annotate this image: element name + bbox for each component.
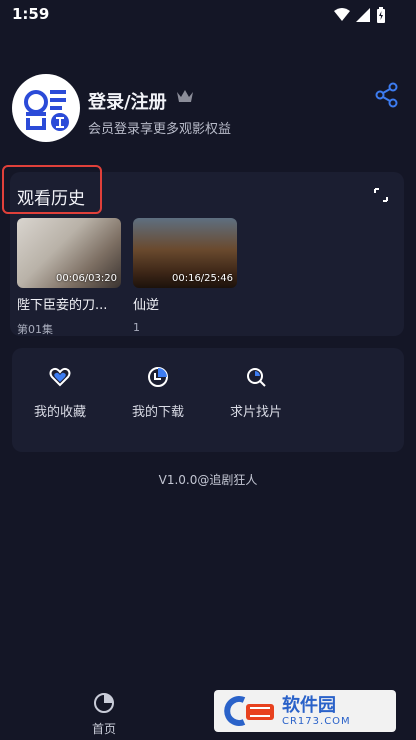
- history-duration: 00:06/03:20: [55, 273, 117, 284]
- heart-icon: [49, 367, 71, 387]
- search-icon: [247, 368, 266, 387]
- history-thumbnail[interactable]: 00:06/03:20: [17, 218, 121, 288]
- history-title: 观看历史: [17, 189, 85, 209]
- wifi-icon: [334, 8, 350, 21]
- signal-icon: [356, 8, 370, 22]
- downloads-label: 我的下载: [131, 405, 184, 420]
- watermark-text: 软件园 CR173.COM: [282, 694, 351, 727]
- expand-icon[interactable]: [372, 186, 390, 204]
- nav-home-label: 首页: [91, 722, 116, 736]
- app-logo-icon: [24, 90, 69, 131]
- status-bar: 1:59: [0, 0, 416, 30]
- favorites-button[interactable]: 我的收藏: [20, 366, 100, 420]
- history-item[interactable]: 00:16/25:46 仙逆 1: [133, 218, 237, 334]
- request-movie-button[interactable]: 求片找片: [216, 366, 296, 420]
- history-item-episode: 1: [133, 321, 140, 334]
- history-thumbnail[interactable]: 00:16/25:46: [133, 218, 237, 288]
- share-icon[interactable]: [374, 82, 400, 108]
- home-icon: [94, 693, 114, 713]
- battery-icon: [377, 7, 385, 23]
- nav-home[interactable]: 首页: [84, 692, 124, 737]
- quick-actions-card: 我的收藏 我的下载 求片找片: [12, 348, 404, 452]
- status-time: 1:59: [12, 5, 50, 23]
- history-item-episode: 第01集: [17, 323, 53, 336]
- watermark-url: CR173.COM: [282, 715, 351, 727]
- profile-header: 登录/注册 会员登录享更多观影权益: [12, 74, 404, 144]
- avatar[interactable]: [12, 74, 80, 142]
- download-icon: [148, 367, 168, 387]
- status-icons: [334, 7, 386, 23]
- history-item-title: 陛下臣妾的刀...: [17, 298, 108, 313]
- history-duration: 00:16/25:46: [171, 273, 233, 284]
- favorites-label: 我的收藏: [33, 405, 86, 420]
- request-movie-label: 求片找片: [229, 405, 282, 420]
- app-version: V1.0.0@追剧狂人: [158, 473, 258, 487]
- crown-icon: [177, 90, 193, 102]
- history-item-title: 仙逆: [133, 298, 160, 313]
- downloads-button[interactable]: 我的下载: [118, 366, 198, 420]
- watermark-name: 软件园: [282, 694, 336, 716]
- login-register-link[interactable]: 登录/注册: [88, 88, 167, 114]
- history-item[interactable]: 00:06/03:20 陛下臣妾的刀... 第01集: [17, 218, 121, 337]
- watermark: 软件园 CR173.COM: [214, 690, 396, 732]
- watermark-logo-icon: [224, 696, 274, 726]
- login-subtitle: 会员登录享更多观影权益: [88, 122, 232, 137]
